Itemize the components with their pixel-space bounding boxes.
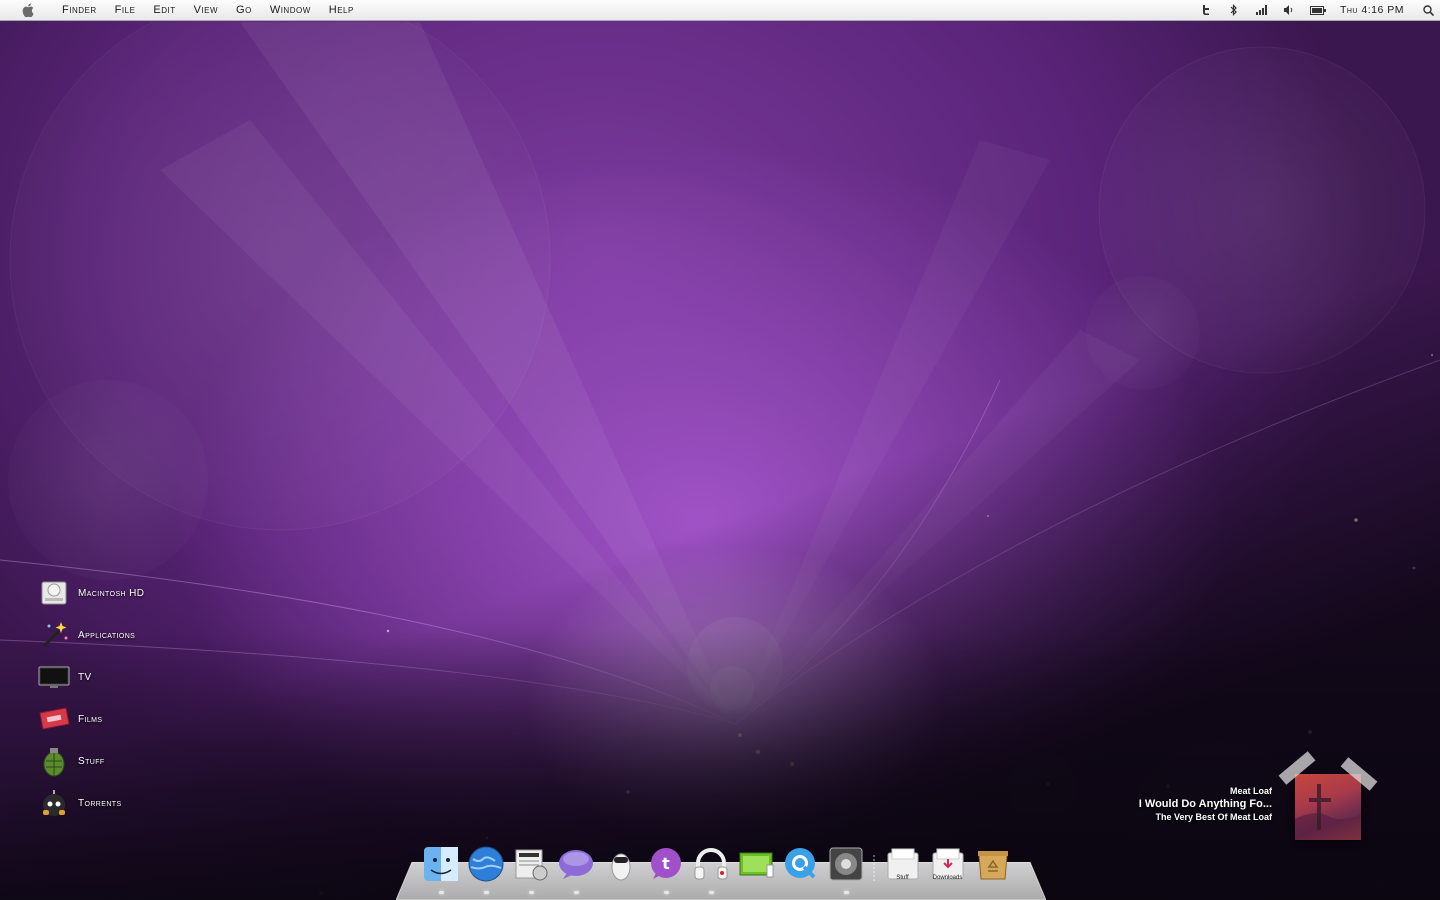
desktop-icon-applications[interactable]: Applications [36, 614, 144, 656]
status-area: Thu 4:16 PM [1192, 0, 1440, 21]
spotlight-search-icon[interactable] [1416, 0, 1440, 21]
menu-clock[interactable]: Thu 4:16 PM [1332, 4, 1416, 16]
tv-icon [36, 659, 72, 695]
menu-bar: Finder File Edit View Go Window Help Thu… [0, 0, 1440, 21]
album-art-image [1295, 784, 1361, 840]
now-playing-album: The Very Best Of Meat Loaf [1155, 812, 1272, 822]
dock-chat[interactable] [553, 843, 598, 894]
desktop-icon-label: TV [78, 671, 92, 683]
newspaper-icon [515, 849, 547, 881]
dock-trash[interactable] [970, 843, 1015, 885]
now-playing-widget[interactable]: Meat Loaf I Would Do Anything Fo... The … [1139, 786, 1272, 822]
menu-view[interactable]: View [185, 0, 227, 21]
stack-label: Downloads [932, 875, 963, 881]
dock-twitter-client[interactable]: t [643, 843, 688, 894]
volume-icon[interactable] [1276, 0, 1304, 21]
menu-file[interactable]: File [106, 0, 145, 21]
menu-window[interactable]: Window [261, 0, 320, 21]
dock-system-preferences[interactable] [823, 843, 868, 894]
dock-browser[interactable] [463, 843, 508, 894]
globe-browser-icon [468, 846, 503, 882]
recycle-bin-icon [977, 851, 1008, 880]
hard-drive-icon [36, 575, 72, 611]
bomb-icon [36, 785, 72, 821]
desktop-icon-tv[interactable]: TV [36, 656, 144, 698]
chat-bubble-icon [558, 850, 593, 879]
dock-music[interactable] [688, 843, 733, 894]
stack-label: Stuff [896, 875, 909, 881]
running-indicator [708, 891, 714, 894]
bluetooth-icon[interactable] [1220, 0, 1248, 21]
dock-stack-stuff[interactable]: Stuff [880, 843, 925, 885]
menu-edit[interactable]: Edit [144, 0, 184, 21]
menu-help[interactable]: Help [320, 0, 363, 21]
twitter-icon[interactable] [1192, 0, 1220, 21]
desktop-icon-macintosh-hd[interactable]: Macintosh HD [36, 572, 144, 614]
twitter-bubble-icon: t [650, 848, 681, 879]
screen-icon [739, 852, 773, 878]
grenade-icon [36, 743, 72, 779]
desktop-icon-label: Stuff [78, 755, 105, 767]
running-indicator [573, 891, 579, 894]
desktop-icon-label: Applications [78, 629, 136, 641]
dock-display[interactable] [733, 843, 778, 885]
running-indicator [663, 891, 669, 894]
running-indicator [438, 891, 444, 894]
desktop-icon-label: Macintosh HD [78, 587, 145, 599]
now-playing-track: I Would Do Anything Fo... [1138, 798, 1272, 810]
dock: t Stuff Downloads [418, 843, 1015, 894]
battery-icon[interactable] [1304, 0, 1332, 21]
running-indicator [528, 891, 534, 894]
menu-finder[interactable]: Finder [53, 0, 106, 21]
finder-icon [423, 847, 458, 881]
dock-robot[interactable] [598, 843, 643, 885]
dock-separator [868, 845, 880, 885]
dock-news[interactable] [508, 843, 553, 894]
desktop-icon-films[interactable]: Films [36, 698, 144, 740]
running-indicator [483, 891, 489, 894]
apple-menu-icon[interactable] [21, 3, 35, 17]
svg-text:t: t [662, 854, 670, 873]
system-preferences-icon [829, 847, 862, 881]
headphones-icon [694, 848, 727, 880]
album-cover[interactable] [1295, 774, 1361, 840]
dock-stack-downloads[interactable]: Downloads [925, 843, 970, 885]
now-playing-artist: Meat Loaf [1229, 786, 1272, 796]
magic-wand-icon [36, 617, 72, 653]
robot-icon [611, 853, 630, 881]
ticket-icon [36, 701, 72, 737]
menu-go[interactable]: Go [227, 0, 261, 21]
desktop-icons: Macintosh HD Applications TV Films Stuff… [36, 572, 144, 824]
desktop-icon-torrents[interactable]: Torrents [36, 782, 144, 824]
desktop-icon-label: Torrents [78, 797, 122, 809]
desktop-icon-stuff[interactable]: Stuff [36, 740, 144, 782]
signal-icon[interactable] [1248, 0, 1276, 21]
running-indicator [843, 891, 849, 894]
desktop-wallpaper [0, 0, 1440, 900]
dock-quicktime[interactable] [778, 843, 823, 885]
dock-finder[interactable] [418, 843, 463, 894]
quicktime-icon [784, 848, 815, 879]
desktop-icon-label: Films [78, 713, 103, 725]
